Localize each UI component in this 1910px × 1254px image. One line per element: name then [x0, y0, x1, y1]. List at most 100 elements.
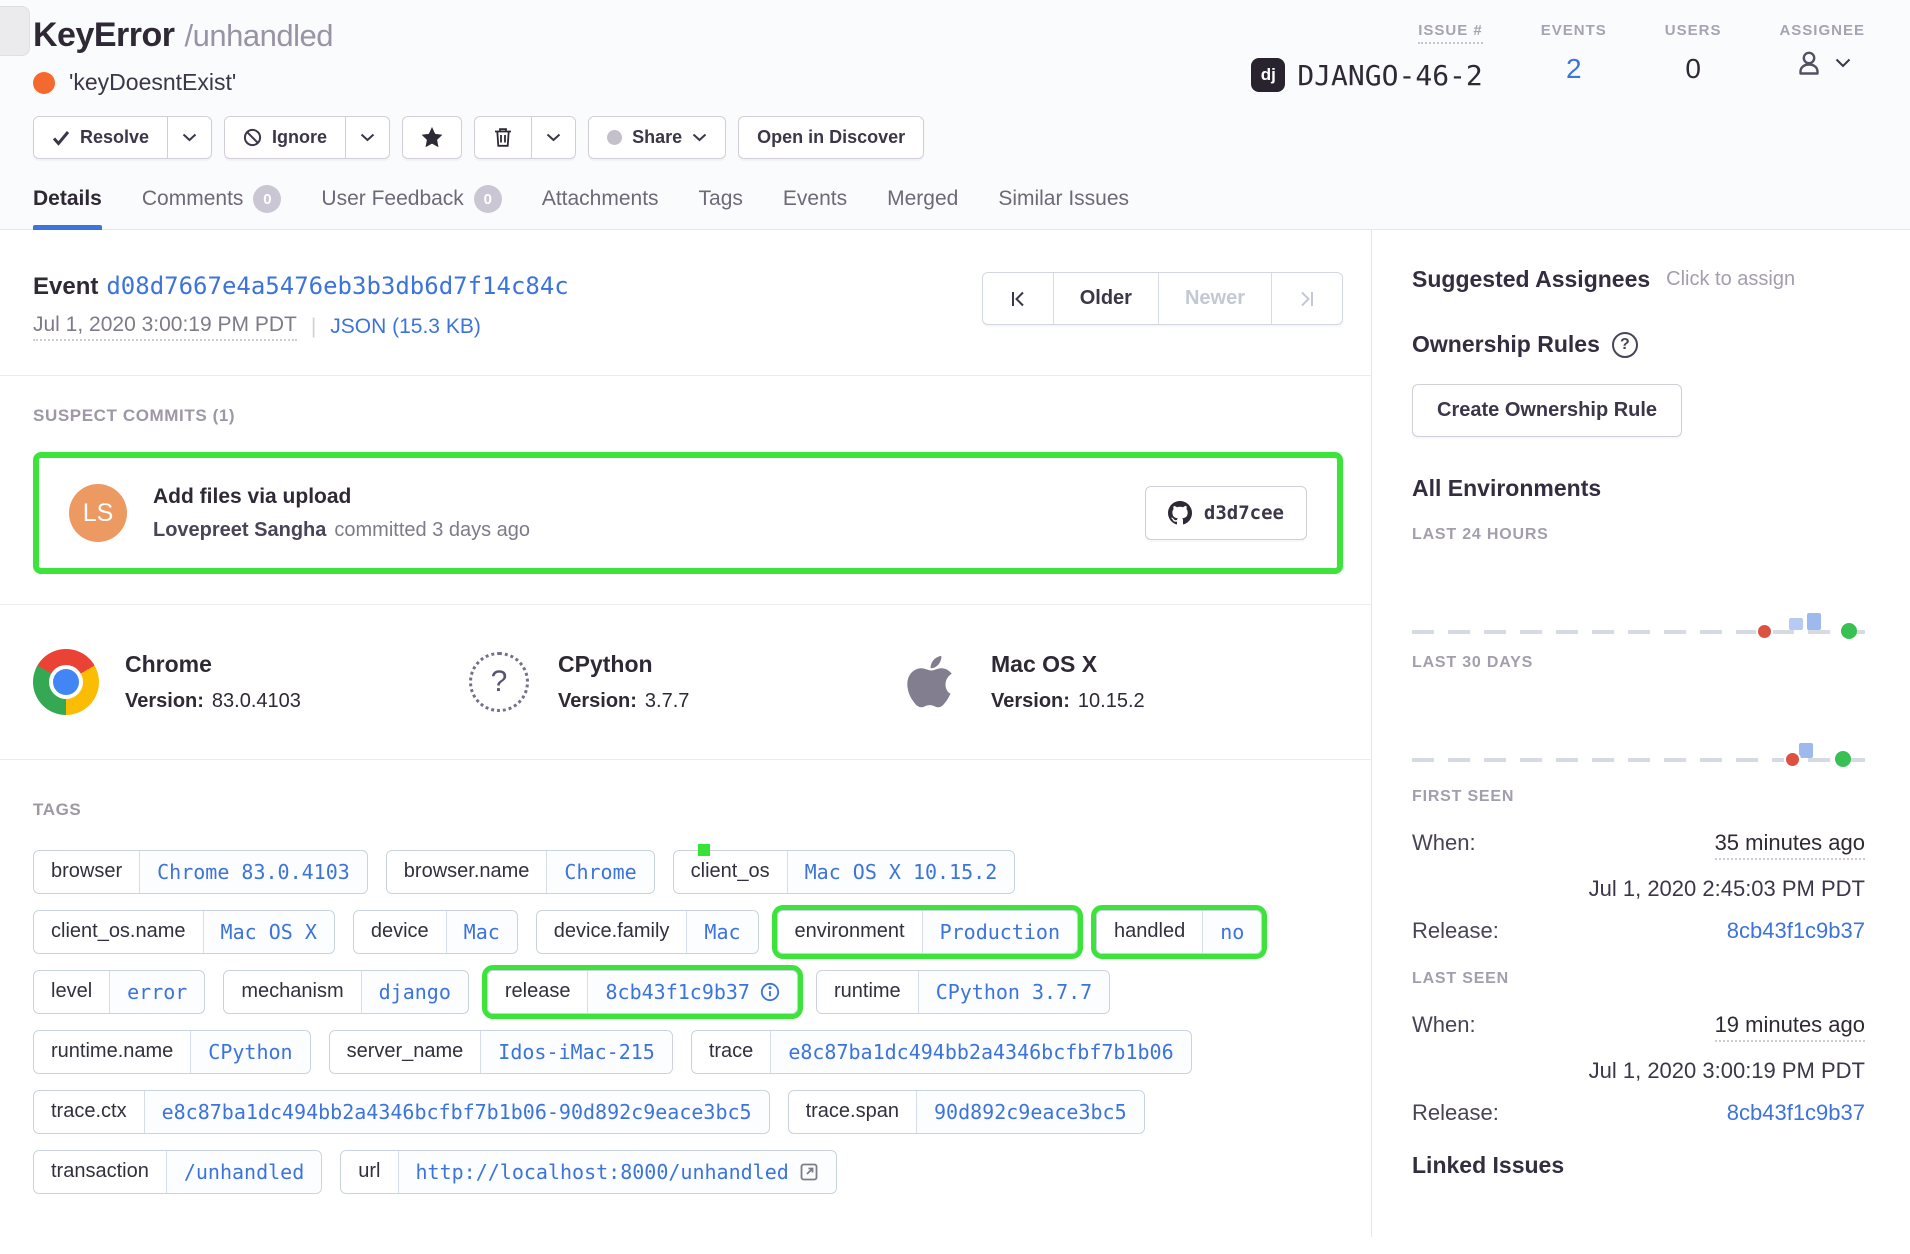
tag-value-link[interactable]: CPython 3.7.7: [919, 971, 1110, 1013]
tag-value-link[interactable]: Mac: [447, 911, 517, 953]
tag-transaction: transaction/unhandled: [33, 1150, 322, 1194]
newer-event-button[interactable]: Newer: [1158, 273, 1271, 324]
bookmark-button[interactable]: [403, 117, 461, 158]
commit-message: Add files via upload: [153, 485, 1145, 509]
raw-json-link[interactable]: JSON (15.3 KB): [330, 315, 481, 339]
context-version: 83.0.4103: [212, 690, 301, 712]
event-id-link[interactable]: d08d7667e4a5476eb3b3db6d7f14c84c: [106, 272, 568, 300]
tab-attachments[interactable]: Attachments: [542, 185, 659, 229]
event-bar: [1789, 618, 1803, 630]
comments-count-badge: 0: [253, 185, 281, 213]
tag-value-link[interactable]: django: [362, 971, 468, 1013]
external-link-icon: [799, 1162, 819, 1182]
delete-dropdown-button[interactable]: [531, 117, 575, 158]
ignore-button[interactable]: Ignore: [225, 117, 345, 158]
ignore-dropdown-button[interactable]: [345, 117, 389, 158]
last-seen-marker-icon: [1835, 751, 1851, 767]
tab-comments[interactable]: Comments0: [142, 185, 282, 229]
tag-value-link[interactable]: no: [1203, 911, 1261, 953]
event-navigation: Older Newer: [982, 272, 1343, 325]
help-icon[interactable]: ?: [1612, 332, 1638, 358]
issue-culprit: /unhandled: [185, 18, 333, 53]
github-icon: [1168, 501, 1192, 525]
tag-trace-ctx: trace.ctxe8c87ba1dc494bb2a4346bcfbf7b1b0…: [33, 1090, 770, 1134]
tag-value-link[interactable]: CPython: [191, 1031, 309, 1073]
event-meta-block: Eventd08d7667e4a5476eb3b3db6d7f14c84c Ju…: [33, 272, 569, 341]
tag-value-link[interactable]: 90d892c9eace3bc5: [917, 1091, 1144, 1133]
tag-value-link[interactable]: Chrome: [547, 851, 653, 893]
tag-value-link[interactable]: Production: [923, 911, 1077, 953]
suspect-commit-row[interactable]: LS Add files via upload Lovepreet Sangha…: [39, 458, 1337, 568]
tab-merged[interactable]: Merged: [887, 185, 958, 229]
context-os: Mac OS X Version:10.15.2: [899, 649, 1332, 715]
tag-value-link[interactable]: 8cb43f1c9b37: [588, 971, 797, 1013]
tab-tags[interactable]: Tags: [699, 185, 743, 229]
tab-details[interactable]: Details: [33, 185, 102, 229]
oldest-event-button[interactable]: [983, 273, 1053, 324]
assign-hint[interactable]: Click to assign: [1666, 268, 1795, 291]
check-icon: [52, 130, 70, 146]
tag-value-link[interactable]: Idos-iMac-215: [481, 1031, 672, 1073]
issue-tabs: Details Comments0 User Feedback0 Attachm…: [0, 159, 1910, 230]
event-bar: [1807, 613, 1821, 630]
tag-handled: handledno: [1096, 910, 1262, 954]
issue-short-id[interactable]: dj DJANGO-46-2: [1251, 58, 1482, 92]
tag-runtime: runtimeCPython 3.7.7: [816, 970, 1110, 1014]
context-name: Chrome: [125, 651, 301, 678]
resolve-dropdown-button[interactable]: [167, 117, 211, 158]
release-label: Release:: [1412, 1100, 1499, 1126]
error-level-dot: [33, 72, 55, 94]
meta-separator: |: [311, 315, 316, 339]
tag-runtime-name: runtime.nameCPython: [33, 1030, 311, 1074]
tag-device: deviceMac: [353, 910, 518, 954]
when-label: When:: [1412, 1012, 1476, 1042]
chart-24h-label: LAST 24 HOURS: [1412, 526, 1865, 544]
commit-sha-button[interactable]: d3d7cee: [1145, 486, 1307, 540]
older-event-button[interactable]: Older: [1053, 273, 1158, 324]
when-label: When:: [1412, 830, 1476, 860]
resolve-button[interactable]: Resolve: [34, 117, 167, 158]
events-count[interactable]: 2: [1566, 53, 1582, 85]
assignee-label: ASSIGNEE: [1779, 22, 1865, 39]
delete-button[interactable]: [475, 117, 531, 158]
tab-similar-issues[interactable]: Similar Issues: [998, 185, 1129, 229]
tag-value-link[interactable]: Mac: [687, 911, 757, 953]
share-button[interactable]: Share: [589, 117, 725, 158]
star-icon: [421, 127, 443, 148]
tag-client-os: client_osMac OS X 10.15.2: [673, 850, 1016, 894]
tag-device-family: device.familyMac: [536, 910, 759, 954]
issue-message: 'keyDoesntExist': [69, 69, 236, 96]
tag-value-link[interactable]: e8c87ba1dc494bb2a4346bcfbf7b1b06: [771, 1031, 1190, 1073]
issue-sidebar: Suggested Assignees Click to assign Owne…: [1372, 230, 1910, 1237]
tag-value-link[interactable]: Mac OS X 10.15.2: [788, 851, 1015, 893]
tag-value-link[interactable]: error: [110, 971, 204, 1013]
tag-value-link[interactable]: /unhandled: [167, 1151, 321, 1193]
trash-icon: [493, 127, 513, 148]
tag-trace-span: trace.span90d892c9eace3bc5: [788, 1090, 1145, 1134]
tags-heading: TAGS: [33, 800, 1343, 820]
tab-events[interactable]: Events: [783, 185, 847, 229]
first-seen-marker-icon: [1784, 751, 1801, 768]
latest-event-button[interactable]: [1271, 273, 1342, 324]
tag-value-link[interactable]: Chrome 83.0.4103: [140, 851, 367, 893]
tag-value-link[interactable]: Mac OS X: [204, 911, 334, 953]
chevron-down-icon: [546, 133, 561, 142]
tag-value-link[interactable]: http://localhost:8000/unhandled: [399, 1151, 836, 1193]
tag-value-link[interactable]: e8c87ba1dc494bb2a4346bcfbf7b1b06-90d892c…: [145, 1091, 769, 1133]
info-icon: [760, 982, 780, 1002]
environments-heading: All Environments: [1412, 475, 1865, 502]
create-ownership-rule-button[interactable]: Create Ownership Rule: [1412, 384, 1682, 437]
chevron-down-icon: [360, 133, 375, 142]
last-seen-release-link[interactable]: 8cb43f1c9b37: [1727, 1100, 1865, 1126]
issue-title-block: KeyError/unhandled 'keyDoesntExist': [33, 16, 333, 96]
context-name: Mac OS X: [991, 651, 1145, 678]
users-label: USERS: [1665, 22, 1722, 39]
first-seen-release-link[interactable]: 8cb43f1c9b37: [1727, 918, 1865, 944]
tag-url: urlhttp://localhost:8000/unhandled: [340, 1150, 837, 1194]
context-version: 3.7.7: [645, 690, 689, 712]
last-seen-heading: LAST SEEN: [1412, 970, 1865, 988]
assignee-selector[interactable]: [1793, 47, 1851, 79]
tab-user-feedback[interactable]: User Feedback0: [321, 185, 501, 229]
users-count[interactable]: 0: [1685, 53, 1701, 85]
open-discover-button[interactable]: Open in Discover: [739, 117, 923, 158]
